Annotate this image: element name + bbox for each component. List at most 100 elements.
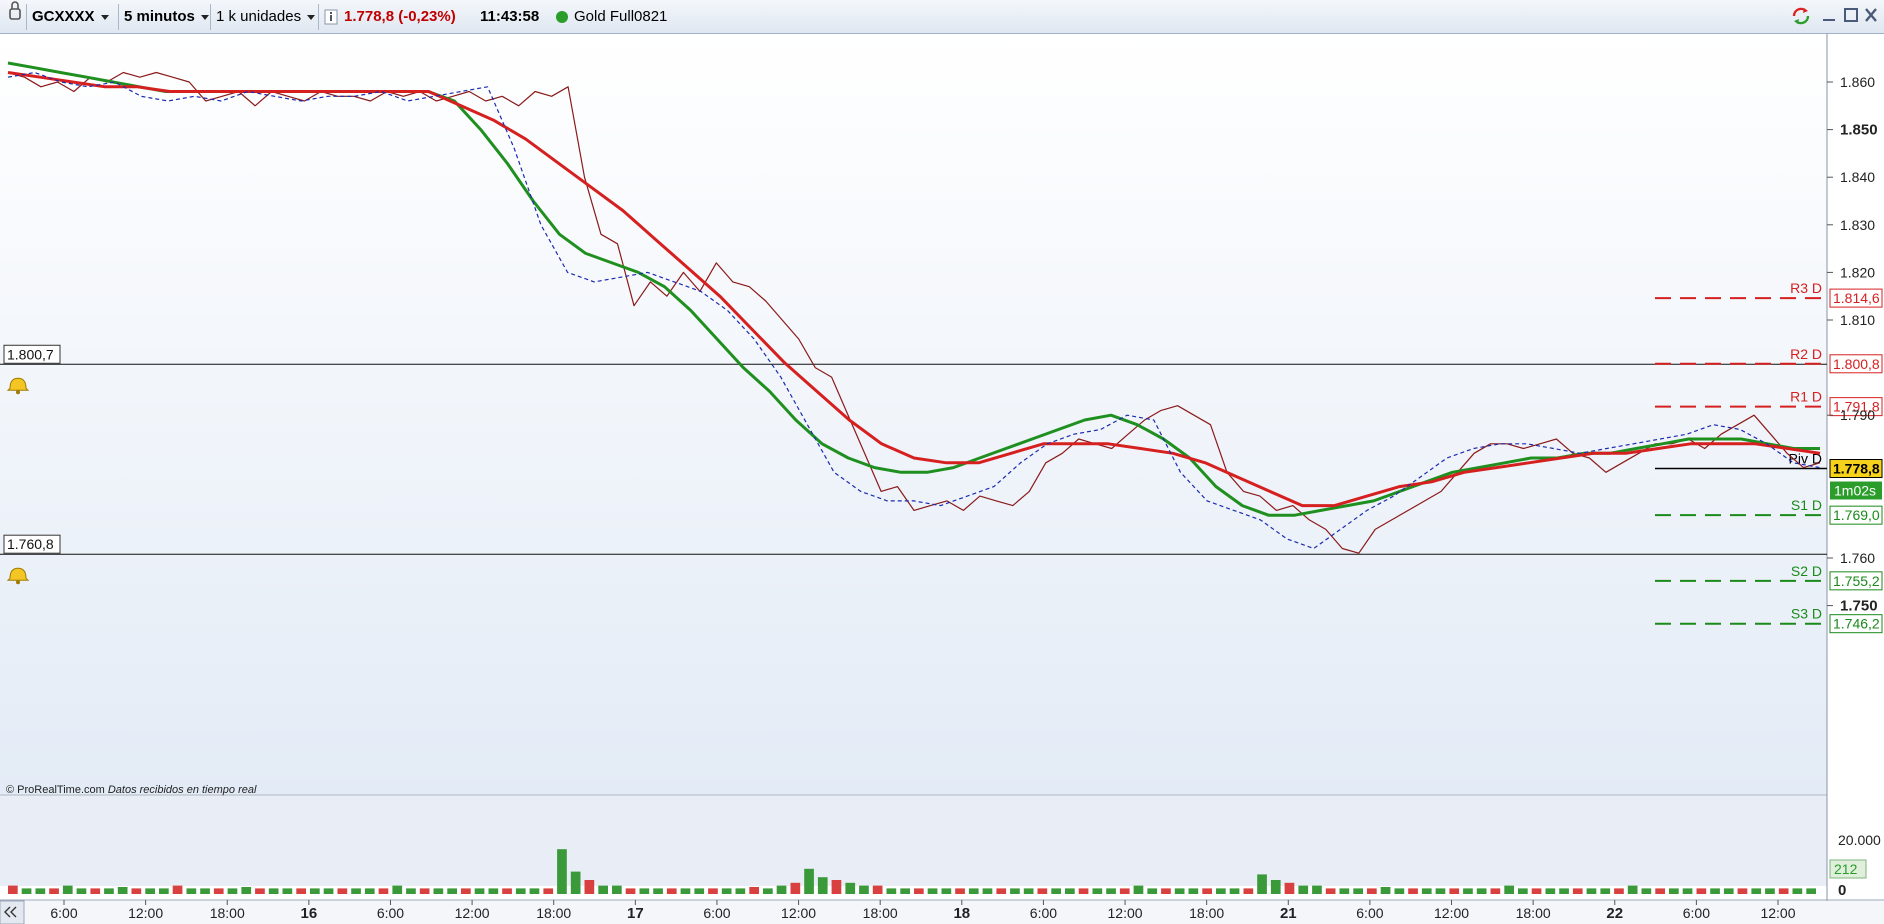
timeframe-select[interactable]: 5 minutos [124, 0, 209, 34]
volume-bar [337, 888, 348, 894]
volume-bar [488, 888, 499, 894]
volume-bar [49, 888, 59, 894]
x-tick-label: 12:00 [1434, 905, 1469, 921]
volume-bar [1174, 888, 1185, 894]
candle-countdown: 1m02s [1834, 483, 1876, 499]
volume-bar [1737, 888, 1748, 894]
volume-bar [1792, 888, 1803, 894]
x-tick-label: 18 [953, 905, 970, 922]
pivot-level-value: 1.778,8 [1833, 461, 1880, 477]
realtime-note: Datos recibidos en tiempo real [108, 784, 257, 796]
volume-bar [1614, 888, 1624, 894]
chevron-down-icon [200, 14, 209, 20]
volume-bar [625, 888, 636, 894]
volume-bar [1545, 888, 1556, 894]
close-icon[interactable] [1862, 6, 1880, 26]
sync-icon[interactable] [1790, 6, 1810, 26]
volume-bar [1216, 888, 1226, 894]
volume-bar [543, 888, 554, 894]
volume-bar [886, 888, 897, 894]
pivot-level-value: 1.746,2 [1833, 616, 1880, 632]
symbol-select[interactable]: GCXXXX [32, 0, 109, 34]
volume-bar [584, 880, 595, 894]
volume-bar [1723, 888, 1734, 894]
volume-bar [859, 885, 869, 894]
x-tick-label: 17 [627, 905, 644, 922]
pivot-level-value: 1.769,0 [1833, 507, 1880, 523]
info-icon[interactable] [324, 0, 338, 34]
volume-bar [172, 885, 183, 894]
volume-bar [1765, 888, 1775, 894]
volume-bar [255, 888, 265, 894]
volume-bar [1696, 888, 1707, 894]
volume-bar [1188, 888, 1199, 894]
status-indicator [555, 0, 569, 34]
volume-bar [1339, 888, 1350, 894]
time-axis-panel [0, 901, 1884, 924]
volume-bar [117, 887, 128, 894]
volume-bar [515, 888, 526, 894]
x-tick-label: 6:00 [1683, 905, 1710, 921]
x-tick-label: 18:00 [863, 905, 898, 921]
volume-bar [1682, 888, 1693, 894]
y-tick-label: 1.830 [1840, 217, 1875, 233]
volume-bar [1572, 888, 1583, 894]
volume-bar [1380, 887, 1391, 894]
volume-bar [474, 888, 485, 894]
volume-bar [1229, 888, 1240, 894]
volume-bar [694, 888, 705, 894]
x-tick-label: 22 [1606, 905, 1623, 922]
volume-bar [1078, 888, 1089, 894]
volume-bar [351, 888, 361, 894]
volume-bar [200, 888, 210, 894]
y-tick-label: 1.750 [1840, 598, 1878, 615]
volume-bar [708, 888, 718, 894]
volume-bar [1490, 888, 1501, 894]
volume-bar [1243, 888, 1254, 894]
volume-bar [1421, 888, 1432, 894]
volume-panel-background [0, 796, 1827, 886]
alert-price-label: 1.760,8 [7, 536, 54, 552]
volume-bar [310, 888, 320, 894]
volume-bar [1325, 888, 1336, 894]
price-axis-panel [1828, 34, 1884, 924]
volume-bar [1161, 888, 1171, 894]
volume-bar [1106, 888, 1116, 894]
volume-bar [914, 888, 924, 894]
units-select[interactable]: 1 k unidades [216, 0, 316, 34]
y-tick-label: 1.810 [1840, 312, 1875, 328]
volume-bar [502, 888, 512, 894]
price-chart[interactable]: 1.800,7 1.760,8 R3 D 1.814,6 R2 D 1.800,8 R1 … [0, 34, 1884, 924]
chevron-down-icon [307, 14, 316, 20]
lock-icon[interactable] [8, 0, 22, 34]
pivot-level-name: R2 D [1790, 346, 1822, 362]
maximize-icon[interactable] [1842, 6, 1860, 26]
timeframe-label: 5 minutos [124, 8, 195, 25]
volume-bar [227, 888, 238, 894]
volume-bar [186, 888, 197, 894]
volume-bar [1092, 888, 1103, 894]
volume-bar [1751, 888, 1762, 894]
x-tick-label: 12:00 [455, 905, 490, 921]
volume-bar [1669, 888, 1679, 894]
x-tick-label: 6:00 [377, 905, 404, 921]
pivot-level-name: R1 D [1790, 389, 1822, 405]
volume-bar [131, 888, 142, 894]
scroll-left-button[interactable] [0, 900, 25, 924]
volume-bar [968, 888, 979, 894]
volume-bar [1531, 888, 1542, 894]
volume-bar [1710, 888, 1720, 894]
y-tick-label: 1.820 [1840, 264, 1875, 280]
volume-bar [296, 888, 306, 894]
y-tick-label: 1.840 [1840, 169, 1875, 185]
volume-bar [159, 888, 169, 894]
pivot-level-name: S3 D [1791, 606, 1822, 622]
volume-bar [1270, 880, 1281, 894]
volume-bar [406, 888, 416, 894]
volume-bar [1627, 885, 1638, 894]
volume-bar [817, 877, 828, 894]
volume-bar [996, 888, 1007, 894]
minimize-icon[interactable] [1820, 6, 1838, 26]
volume-bar [612, 885, 622, 894]
volume-bar [268, 888, 279, 894]
